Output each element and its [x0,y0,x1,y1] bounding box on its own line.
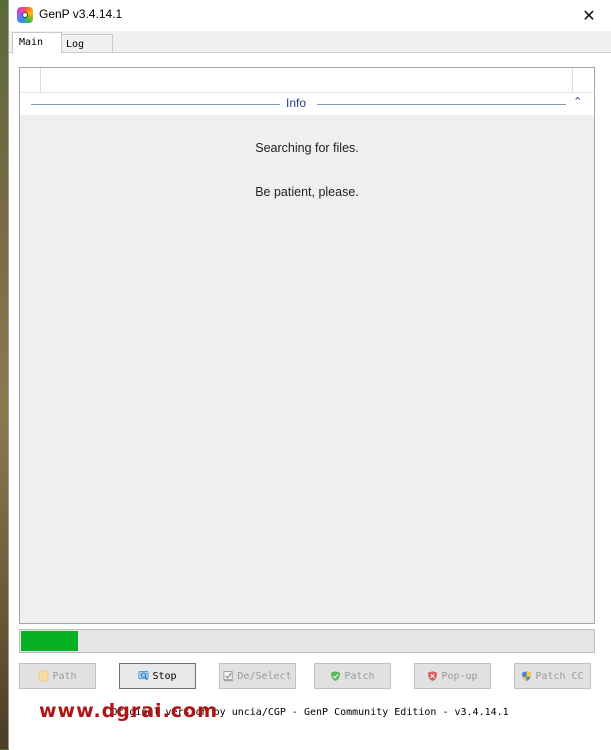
shield-check-icon [331,671,341,682]
deselect-button[interactable]: De/Select [219,663,296,689]
patch-cc-button[interactable]: Patch CC [514,663,591,689]
search-icon [139,671,149,681]
column-header-strip [20,68,594,93]
tab-log[interactable]: Log [59,34,113,54]
title-bar[interactable]: GenP v3.4.14.1 ✕ [9,0,611,31]
folder-icon [39,670,49,682]
results-panel: Info ⌃ Searching for files. Be patient, … [19,67,595,624]
popup-button-label: Pop-up [441,670,478,682]
genp-window: GenP v3.4.14.1 ✕ Main Log Info ⌃ Searchi… [8,0,611,750]
group-divider-right [317,104,566,105]
path-button-label: Path [52,670,77,682]
group-divider-left [31,104,280,105]
info-group-label: Info [286,96,307,110]
collapse-chevron-icon[interactable]: ⌃ [573,95,582,108]
status-message: Searching for files. [255,141,359,155]
patch-button-label: Patch [344,670,375,682]
column-separator [572,68,573,92]
main-tab-page: Info ⌃ Searching for files. Be patient, … [9,52,611,750]
uac-shield-icon [522,671,532,682]
watermark: www.dgrai.com [39,700,218,722]
patch-cc-button-label: Patch CC [535,670,584,682]
popup-button[interactable]: Pop-up [414,663,491,689]
shield-x-icon [428,671,438,682]
patch-button[interactable]: Patch [314,663,391,689]
stop-button[interactable]: Stop [119,663,196,689]
stop-button-label: Stop [152,670,177,682]
deselect-button-label: De/Select [237,670,292,682]
progress-bar [19,629,595,653]
path-button[interactable]: Path [19,663,96,689]
checkbox-icon [223,671,234,682]
column-separator [40,68,41,92]
app-logo-icon [17,7,33,23]
window-title: GenP v3.4.14.1 [39,7,123,21]
close-button[interactable]: ✕ [566,0,611,31]
tab-main[interactable]: Main [12,32,62,54]
status-message: Be patient, please. [255,185,359,199]
progress-bar-fill [21,631,79,651]
info-group-header[interactable]: Info ⌃ [20,93,594,115]
